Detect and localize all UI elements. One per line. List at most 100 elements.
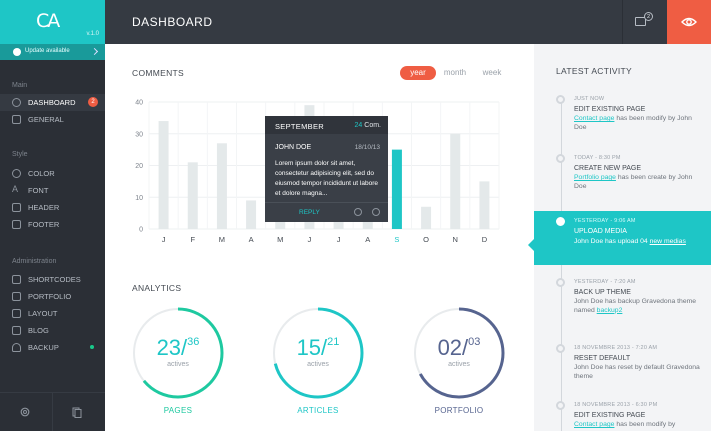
activity-link[interactable]: Contact page — [574, 421, 614, 428]
bar[interactable] — [479, 181, 490, 229]
font-icon: A — [12, 184, 19, 194]
activity-item-highlighted[interactable]: YESTERDAY - 9:06 AM UPLOAD MEDIA John Do… — [528, 211, 711, 265]
bar[interactable] — [450, 133, 461, 229]
sidebar-item-layout[interactable]: LAYOUT — [0, 305, 105, 322]
x-tick-label: O — [423, 235, 429, 244]
sidebar-item-label: BLOG — [28, 326, 49, 335]
sidebar-item-portfolio[interactable]: PORTFOLIO — [0, 288, 105, 305]
bar[interactable] — [187, 162, 198, 229]
update-banner[interactable]: Update available — [0, 44, 105, 60]
activity-desc: Portfolio page has been create by John D… — [574, 174, 693, 190]
activity-title-text: RESET DEFAULT — [574, 355, 631, 362]
tab-year[interactable]: year — [400, 66, 436, 80]
activity-link[interactable]: new medias — [650, 238, 686, 245]
popup-month: SEPTEMBER — [275, 122, 324, 131]
sidebar-item-general[interactable]: GENERAL — [0, 111, 105, 128]
x-tick-label: J — [162, 235, 166, 244]
activity-link[interactable]: Contact page — [574, 115, 614, 122]
stat-pages: 23/36 actives — [132, 307, 224, 399]
x-tick-label: N — [453, 235, 458, 244]
activity-item[interactable]: 18 NOVEMBRE 2013 - 6:30 PM EDIT EXISTING… — [534, 398, 711, 431]
page-title: DASHBOARD — [132, 15, 213, 29]
activity-title-text: CREATE NEW PAGE — [574, 165, 642, 172]
section-label-style: Style — [12, 151, 28, 158]
sidebar-item-color[interactable]: COLOR — [0, 165, 105, 182]
sidebar-item-backup[interactable]: BACKUP — [0, 339, 105, 356]
stat-portfolio: 02/03 actives — [413, 307, 505, 399]
activity-link[interactable]: Portfolio page — [574, 174, 616, 181]
sidebar-item-font[interactable]: A FONT — [0, 182, 105, 199]
sidebar-item-label: FOOTER — [28, 220, 60, 229]
activity-title-text: BACK UP THEME — [574, 289, 631, 296]
update-label: Update available — [25, 48, 70, 54]
activity-time: TODAY - 8:30 PM — [574, 155, 621, 161]
x-tick-label: F — [190, 235, 195, 244]
activity-title-text: EDIT EXISTING PAGE — [574, 106, 646, 113]
activity-desc: Contact page has been modify by — [574, 421, 676, 428]
sidebar-item-header[interactable]: HEADER — [0, 199, 105, 216]
activity-title: LATEST ACTIVITY — [556, 66, 632, 76]
notification-badge: 2 — [88, 97, 98, 107]
comment-count-suffix: Com. — [364, 122, 381, 129]
logo[interactable]: CA v.1.0 — [0, 0, 105, 44]
status-dot — [90, 345, 94, 349]
popup-header: SEPTEMBER 24 Com. — [265, 116, 388, 134]
sidebar-item-shortcodes[interactable]: SHORTCODES — [0, 271, 105, 288]
sidebar-item-label: COLOR — [28, 169, 55, 178]
bar[interactable] — [216, 143, 227, 229]
popup-author: JOHN DOE — [275, 144, 312, 151]
sidebar-item-label: LAYOUT — [28, 309, 58, 318]
divider — [622, 0, 623, 44]
x-tick-label: A — [249, 235, 254, 244]
bar[interactable] — [158, 121, 169, 229]
sidebar-item-label: HEADER — [28, 203, 60, 212]
notifications-button[interactable]: 2 — [635, 12, 653, 30]
sidebar-item-label: BACKUP — [28, 343, 59, 352]
sidebar-item-label: FONT — [28, 186, 49, 195]
y-tick-label: 20 — [135, 163, 143, 170]
comment-popup: SEPTEMBER 24 Com. JOHN DOE 18/10/13 Lore… — [265, 116, 388, 222]
bar[interactable] — [421, 206, 432, 229]
eye-icon — [681, 17, 697, 27]
activity-desc: Contact page has been modify by John Doe — [574, 115, 692, 131]
tab-week[interactable]: week — [476, 66, 508, 80]
info-icon — [13, 48, 21, 56]
activity-item[interactable]: 18 NOVEMBRE 2013 - 7:20 AM RESET DEFAULT… — [534, 341, 711, 389]
top-header: DASHBOARD 2 — [105, 0, 711, 44]
timeline-dot — [556, 344, 565, 353]
next-icon[interactable] — [372, 208, 380, 216]
stat-label-pages: PAGES — [163, 406, 193, 415]
blog-icon — [12, 326, 21, 335]
pages-icon[interactable] — [72, 407, 82, 418]
preview-button[interactable] — [667, 0, 711, 44]
activity-item[interactable]: JUST NOW EDIT EXISTING PAGE Contact page… — [534, 92, 711, 134]
stat-value: 23/36 — [156, 335, 200, 360]
shortcodes-icon — [12, 275, 21, 284]
support-icon[interactable] — [20, 407, 30, 417]
activity-item[interactable]: YESTERDAY - 7:20 AM BACK UP THEME John D… — [534, 275, 711, 325]
x-tick-label: A — [365, 235, 370, 244]
sidebar-item-dashboard[interactable]: DASHBOARD 2 — [0, 94, 105, 111]
layout-icon — [12, 309, 21, 318]
tab-month[interactable]: month — [439, 66, 471, 80]
reply-button[interactable]: REPLY — [299, 209, 320, 216]
home-icon — [12, 115, 21, 124]
highlight-notch — [528, 239, 534, 251]
timeline-dot — [556, 278, 565, 287]
timeline-dot — [556, 95, 565, 104]
sidebar-item-footer[interactable]: FOOTER — [0, 216, 105, 233]
bar[interactable] — [391, 149, 402, 229]
y-tick-label: 10 — [135, 195, 143, 202]
main-content: COMMENTS year month week 0 10 20 30 40 J F M A M J… — [105, 44, 534, 431]
sidebar-item-label: DASHBOARD — [28, 98, 76, 107]
prev-icon[interactable] — [354, 208, 362, 216]
y-tick-label: 40 — [135, 100, 143, 107]
x-tick-label: M — [219, 235, 225, 244]
timeline-dot — [556, 154, 565, 163]
activity-time: JUST NOW — [574, 96, 605, 102]
activity-link[interactable]: backup2 — [597, 307, 623, 314]
bar[interactable] — [246, 200, 257, 229]
app-version: v.1.0 — [86, 31, 99, 37]
activity-item[interactable]: TODAY - 8:30 PM CREATE NEW PAGE Portfoli… — [534, 151, 711, 199]
sidebar-item-blog[interactable]: BLOG — [0, 322, 105, 339]
